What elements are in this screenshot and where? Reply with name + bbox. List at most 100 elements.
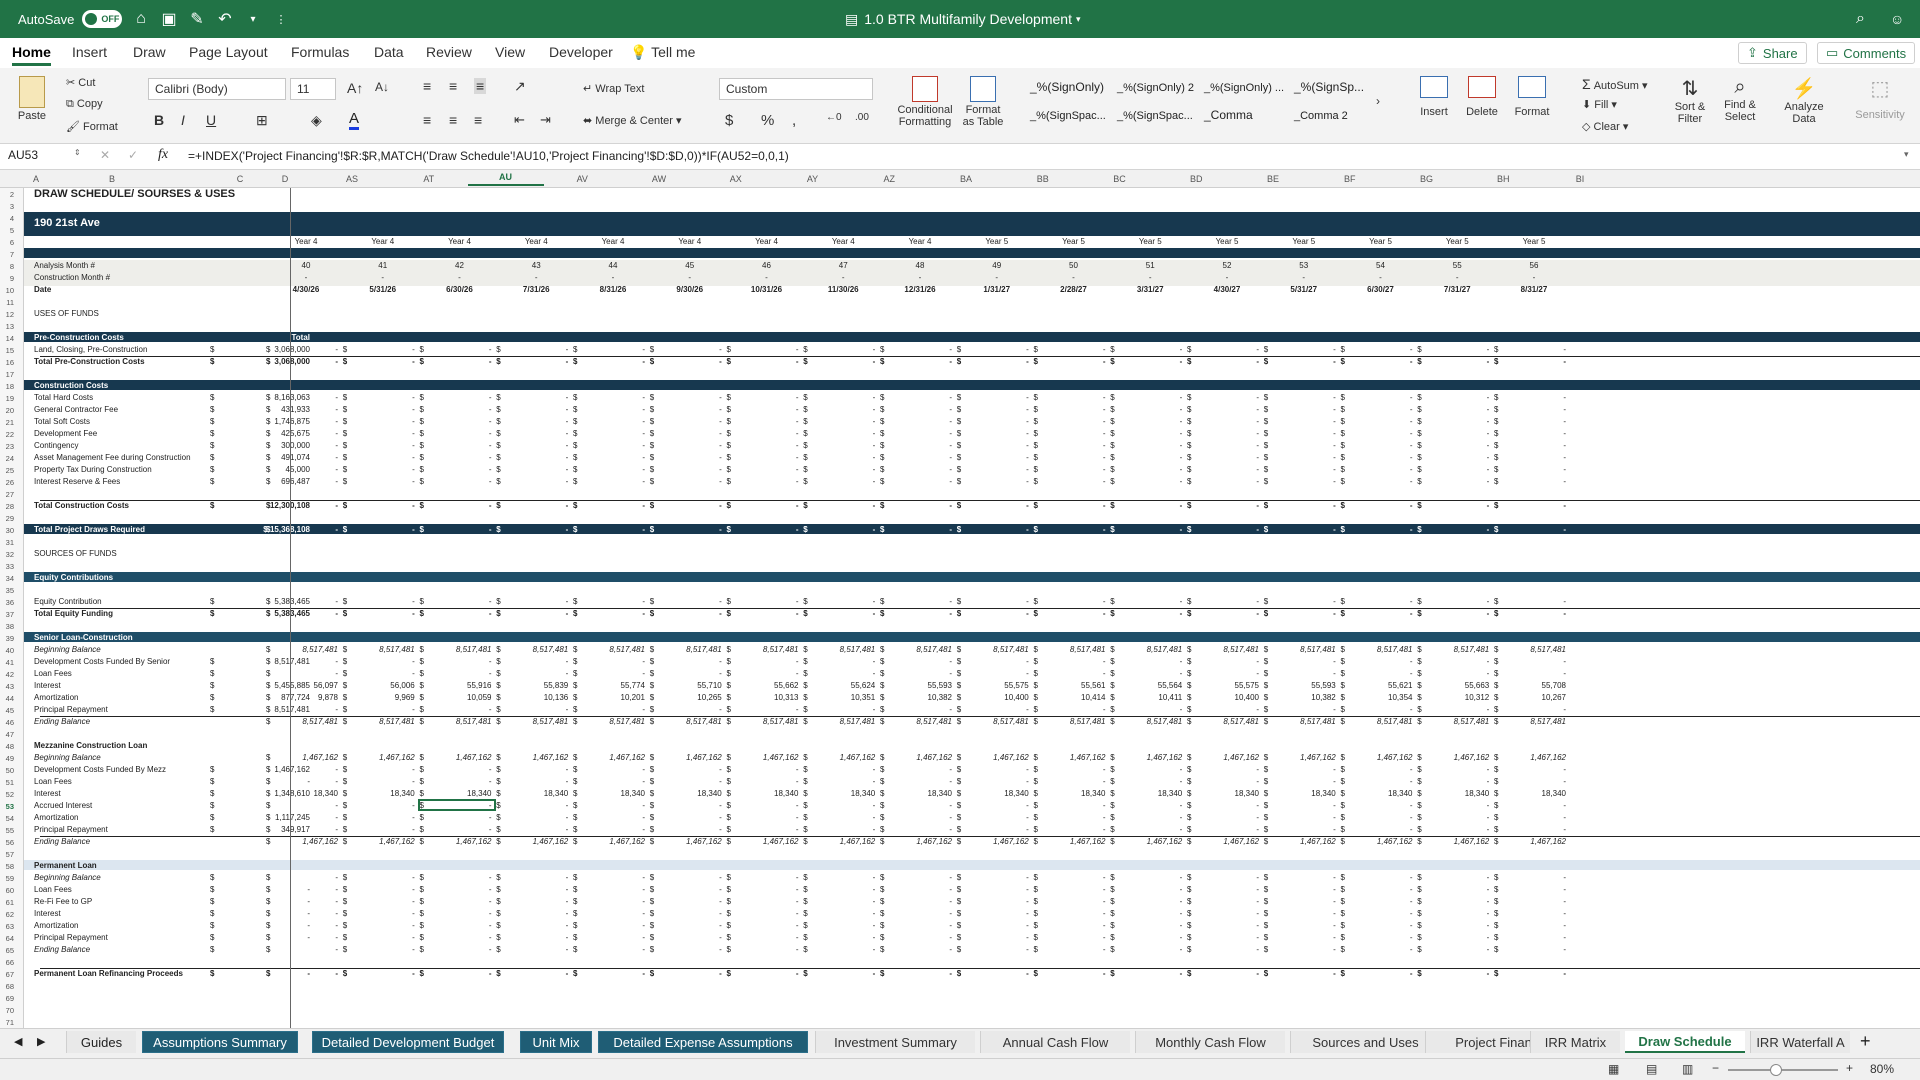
row-header[interactable]: 61 bbox=[0, 898, 14, 907]
expand-formula-icon[interactable]: ▾ bbox=[1904, 149, 1909, 160]
undo-icon[interactable]: ↶ bbox=[214, 9, 236, 29]
tab-data[interactable]: Data bbox=[374, 44, 404, 60]
row-header[interactable]: 25 bbox=[0, 466, 14, 475]
worksheet-grid[interactable]: DRAW SCHEDULE/ SOURSES & USES 190 21st Av… bbox=[24, 188, 1920, 1028]
row-header[interactable]: 9 bbox=[0, 274, 14, 283]
row-header[interactable]: 19 bbox=[0, 394, 14, 403]
row-header[interactable]: 22 bbox=[0, 430, 14, 439]
column-header[interactable]: BI bbox=[1542, 174, 1618, 184]
row-header[interactable]: 70 bbox=[0, 1006, 14, 1015]
search-icon[interactable]: ⌕ bbox=[1856, 0, 1865, 38]
row-header[interactable]: 29 bbox=[0, 514, 14, 523]
formula-input[interactable]: =+INDEX('Project Financing'!$R:$R,MATCH(… bbox=[188, 149, 789, 163]
orientation-icon[interactable]: ↗ bbox=[514, 78, 526, 95]
column-header[interactable]: BB bbox=[1005, 174, 1081, 184]
page-layout-view-icon[interactable]: ▤ bbox=[1646, 1062, 1657, 1076]
italic-button[interactable]: I bbox=[181, 112, 185, 128]
row-header[interactable]: 5 bbox=[0, 226, 14, 235]
cancel-icon[interactable]: ✕ bbox=[100, 148, 110, 162]
tab-review[interactable]: Review bbox=[426, 44, 472, 60]
align-middle-icon[interactable]: ≡ bbox=[449, 78, 457, 94]
enter-icon[interactable]: ✓ bbox=[128, 148, 138, 162]
sheet-tab-investment-summary[interactable]: Investment Summary bbox=[815, 1031, 975, 1053]
row-header[interactable]: 23 bbox=[0, 442, 14, 451]
style-signonly-2[interactable]: _%(SignOnly) 2 bbox=[1117, 82, 1194, 94]
align-bottom-icon[interactable]: ≡ bbox=[474, 78, 487, 94]
insert-cells-button[interactable]: Insert bbox=[1412, 76, 1456, 118]
align-left-icon[interactable]: ≡ bbox=[423, 112, 431, 128]
clear-button[interactable]: ◇ Clear ▾ bbox=[1582, 120, 1628, 133]
sheet-tab-monthly-cash-flow[interactable]: Monthly Cash Flow bbox=[1135, 1031, 1285, 1053]
column-header[interactable]: AY bbox=[775, 174, 851, 184]
autosave[interactable]: AutoSave OFF bbox=[18, 0, 123, 38]
zoom-slider[interactable] bbox=[1728, 1064, 1838, 1076]
add-sheet-icon[interactable]: + bbox=[1860, 1031, 1871, 1052]
style-comma-2[interactable]: _Comma 2 bbox=[1294, 110, 1348, 122]
bold-button[interactable]: B bbox=[154, 112, 164, 128]
row-header[interactable]: 27 bbox=[0, 490, 14, 499]
underline-button[interactable]: U bbox=[206, 112, 216, 128]
row-header[interactable]: 51 bbox=[0, 778, 14, 787]
normal-view-icon[interactable]: ▦ bbox=[1608, 1062, 1619, 1076]
sheet-tab-assumptions-summary[interactable]: Assumptions Summary bbox=[142, 1031, 298, 1053]
row-header[interactable]: 4 bbox=[0, 214, 14, 223]
currency-icon[interactable]: $ bbox=[725, 112, 733, 129]
column-header[interactable]: BG bbox=[1389, 174, 1465, 184]
row-header[interactable]: 65 bbox=[0, 946, 14, 955]
row-header[interactable]: 55 bbox=[0, 826, 14, 835]
row-header[interactable]: 35 bbox=[0, 586, 14, 595]
cut-button[interactable]: ✂ Cut bbox=[66, 76, 95, 89]
home-icon[interactable]: ⌂ bbox=[130, 10, 152, 28]
sheet-tab-sources-and-uses[interactable]: Sources and Uses bbox=[1290, 1031, 1440, 1053]
sheet-tab-draw-schedule[interactable]: Draw Schedule bbox=[1625, 1031, 1745, 1053]
sheet-tab-detailed-expense-assumptions[interactable]: Detailed Expense Assumptions bbox=[598, 1031, 808, 1053]
row-header[interactable]: 30 bbox=[0, 526, 14, 535]
edit-icon[interactable]: ✎ bbox=[186, 9, 208, 29]
row-header[interactable]: 48 bbox=[0, 742, 14, 751]
row-header[interactable]: 64 bbox=[0, 934, 14, 943]
row-header[interactable]: 20 bbox=[0, 406, 14, 415]
row-header[interactable]: 32 bbox=[0, 550, 14, 559]
copy-button[interactable]: ⧉ Copy bbox=[66, 98, 103, 111]
row-header[interactable]: 24 bbox=[0, 454, 14, 463]
decrease-indent-icon[interactable]: ⇤ bbox=[514, 112, 525, 128]
decrease-font-icon[interactable]: A↓ bbox=[375, 80, 389, 94]
conditional-formatting-button[interactable]: Conditional Formatting bbox=[895, 76, 955, 128]
undo-dropdown-icon[interactable]: ▾ bbox=[242, 14, 264, 25]
style-signspac-2[interactable]: _%(SignSpac... bbox=[1117, 110, 1193, 122]
row-header[interactable]: 6 bbox=[0, 238, 14, 247]
insert-function-button[interactable]: fx bbox=[158, 147, 168, 163]
row-header[interactable]: 47 bbox=[0, 730, 14, 739]
row-header[interactable]: 50 bbox=[0, 766, 14, 775]
row-header[interactable]: 45 bbox=[0, 706, 14, 715]
row-header[interactable]: 38 bbox=[0, 622, 14, 631]
row-header[interactable]: 59 bbox=[0, 874, 14, 883]
account-icon[interactable]: ☺ bbox=[1890, 0, 1904, 38]
row-header[interactable]: 39 bbox=[0, 634, 14, 643]
delete-cells-button[interactable]: Delete bbox=[1460, 76, 1504, 118]
next-sheet-icon[interactable]: ▶ bbox=[37, 1035, 45, 1048]
name-box[interactable]: AU53 bbox=[8, 148, 82, 166]
row-header[interactable]: 68 bbox=[0, 982, 14, 991]
sheet-tab-detailed-development-budget[interactable]: Detailed Development Budget bbox=[312, 1031, 504, 1053]
row-header[interactable]: 63 bbox=[0, 922, 14, 931]
zoom-level[interactable]: 80% bbox=[1870, 1062, 1894, 1076]
column-header[interactable]: AS bbox=[314, 174, 390, 184]
column-header[interactable]: AX bbox=[698, 174, 774, 184]
row-header[interactable]: 7 bbox=[0, 250, 14, 259]
column-header[interactable]: AZ bbox=[851, 174, 927, 184]
row-header[interactable]: 33 bbox=[0, 562, 14, 571]
row-header[interactable]: 71 bbox=[0, 1018, 14, 1027]
row-header[interactable]: 60 bbox=[0, 886, 14, 895]
style-signonly[interactable]: _%(SignOnly) bbox=[1030, 80, 1104, 94]
zoom-out-icon[interactable]: − bbox=[1712, 1061, 1719, 1075]
comma-style-icon[interactable]: , bbox=[792, 112, 796, 129]
number-format-select[interactable]: Custom bbox=[719, 78, 873, 100]
zoom-in-icon[interactable]: + bbox=[1846, 1061, 1853, 1075]
row-header[interactable]: 10 bbox=[0, 286, 14, 295]
increase-decimal-icon[interactable]: ←0 bbox=[826, 112, 842, 123]
share-button[interactable]: ⇪ Share bbox=[1738, 42, 1807, 64]
sensitivity-button[interactable]: ⬚ Sensitivity bbox=[1850, 76, 1910, 121]
row-header[interactable]: 40 bbox=[0, 646, 14, 655]
column-header[interactable]: BH bbox=[1465, 174, 1541, 184]
